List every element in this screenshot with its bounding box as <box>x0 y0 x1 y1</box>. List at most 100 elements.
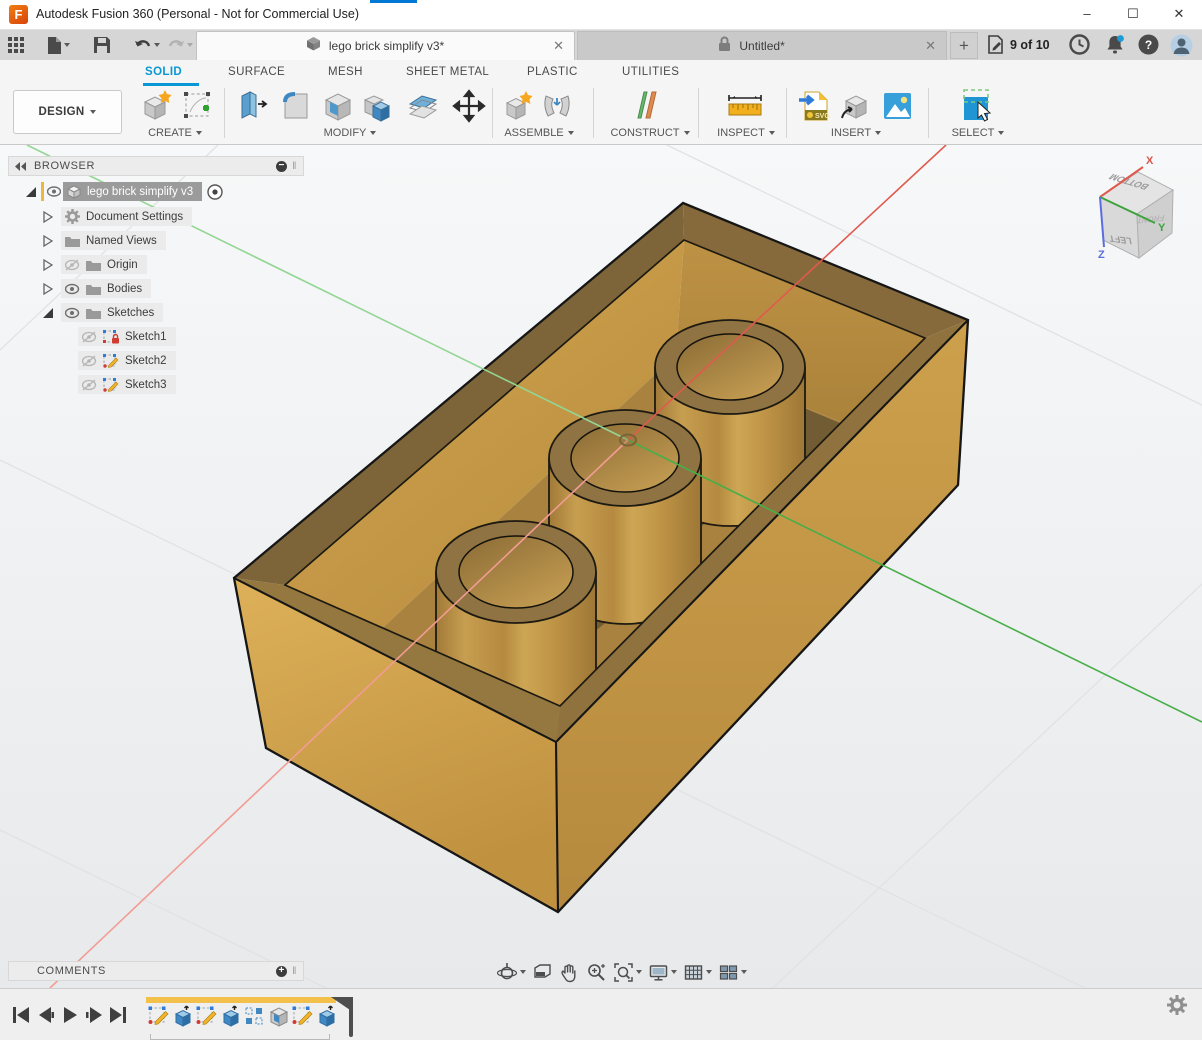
combine-icon[interactable] <box>361 88 395 124</box>
user-avatar[interactable] <box>1170 34 1192 56</box>
timeline-feature-sketch[interactable] <box>292 1005 313 1027</box>
eye-hidden-icon[interactable] <box>82 355 97 367</box>
eye-visible-icon[interactable] <box>47 186 61 197</box>
browser-header[interactable]: BROWSER − ‖ <box>8 156 304 176</box>
eye-hidden-icon[interactable] <box>65 259 80 271</box>
tree-row-sketch3[interactable]: Sketch3 <box>78 375 176 394</box>
timeline-step-back-button[interactable] <box>38 1006 54 1024</box>
view-cube[interactable]: BOTTOM LEFT FRONT X Y Z <box>1098 155 1173 261</box>
timeline-feature-sketch[interactable] <box>196 1005 217 1027</box>
move-icon[interactable] <box>452 88 486 124</box>
viewport-3d[interactable]: BOTTOM LEFT FRONT X Y Z <box>0 145 1202 988</box>
inspect-group-label[interactable]: INSPECT <box>700 127 792 139</box>
tree-row-origin[interactable]: Origin <box>42 255 147 274</box>
viewports-button[interactable] <box>718 962 747 983</box>
look-at-button[interactable] <box>532 962 553 983</box>
display-settings-button[interactable] <box>648 962 677 983</box>
help-icon[interactable]: ? <box>1138 34 1160 56</box>
grid-snap-button[interactable] <box>683 962 712 983</box>
tab-close-icon[interactable]: ✕ <box>925 38 936 54</box>
file-menu-button[interactable] <box>47 37 70 54</box>
create-group-label[interactable]: CREATE <box>130 127 220 139</box>
tree-row-sketch1[interactable]: Sketch1 <box>78 327 176 346</box>
workspace-selector[interactable]: DESIGN <box>13 90 122 134</box>
tree-row-bodies[interactable]: Bodies <box>42 279 151 298</box>
comments-panel[interactable]: COMMENTS + ‖ <box>8 961 304 981</box>
fillet-icon[interactable] <box>279 88 313 124</box>
clock-icon[interactable] <box>1069 34 1091 56</box>
joint-icon[interactable] <box>540 88 574 124</box>
select-group-label[interactable]: SELECT <box>937 127 1019 139</box>
timeline-play-button[interactable] <box>62 1006 78 1024</box>
eye-visible-icon[interactable] <box>65 307 80 319</box>
orbit-button[interactable] <box>497 962 526 983</box>
settings-gear-icon[interactable] <box>1166 994 1188 1016</box>
maximize-button[interactable]: ☐ <box>1110 0 1156 30</box>
document-tab-inactive[interactable]: Untitled* ✕ <box>577 31 947 60</box>
app-grid-icon[interactable] <box>8 37 25 54</box>
eye-hidden-icon[interactable] <box>82 379 97 391</box>
collapsed-triangle-icon[interactable] <box>42 211 53 223</box>
measure-icon[interactable] <box>726 88 764 124</box>
timeline-feature-sketch[interactable] <box>148 1005 169 1027</box>
timeline-skip-start-button[interactable] <box>13 1006 29 1024</box>
eye-visible-icon[interactable] <box>65 283 80 295</box>
construct-group-label[interactable]: CONSTRUCT <box>598 127 702 139</box>
thicken-icon[interactable] <box>406 88 440 124</box>
timeline-skip-end-button[interactable] <box>110 1006 126 1024</box>
panel-grip[interactable]: ‖ <box>292 161 297 172</box>
new-body-icon[interactable] <box>139 88 173 124</box>
press-pull-icon[interactable] <box>236 88 270 124</box>
insert-canvas-icon[interactable] <box>880 88 914 124</box>
add-comment-icon[interactable]: + <box>276 966 287 977</box>
new-tab-button[interactable]: + <box>950 32 978 59</box>
pan-button[interactable] <box>559 962 580 983</box>
insert-derive-icon[interactable] <box>838 88 872 124</box>
insert-group-label[interactable]: INSERT <box>810 127 902 139</box>
new-component-icon[interactable] <box>501 88 535 124</box>
ground-component-icon[interactable] <box>207 184 223 200</box>
collapsed-triangle-icon[interactable] <box>42 259 53 271</box>
tab-close-icon[interactable]: ✕ <box>553 38 564 54</box>
version-badge[interactable]: 9 of 10 <box>986 33 1050 57</box>
shell-icon[interactable] <box>321 88 355 124</box>
expanded-triangle-icon[interactable] <box>25 186 37 198</box>
tab-sheet-metal[interactable]: SHEET METAL <box>406 66 489 78</box>
select-icon[interactable] <box>960 88 994 124</box>
tab-surface[interactable]: SURFACE <box>228 66 285 78</box>
undo-button[interactable] <box>134 38 160 53</box>
modify-group-label[interactable]: MODIFY <box>295 127 405 139</box>
timeline-playhead-bar[interactable] <box>349 997 353 1037</box>
tab-mesh[interactable]: MESH <box>328 66 363 78</box>
timeline-feature-extrude[interactable] <box>172 1005 193 1027</box>
insert-svg-icon[interactable]: SVG <box>797 88 831 124</box>
eye-hidden-icon[interactable] <box>82 331 97 343</box>
timeline-feature-extrude[interactable] <box>220 1005 241 1027</box>
tab-plastic[interactable]: PLASTIC <box>527 66 578 78</box>
tree-row-document-settings[interactable]: Document Settings <box>42 207 192 226</box>
panel-grip[interactable]: ‖ <box>292 966 297 977</box>
zoom-button[interactable] <box>586 962 607 983</box>
tab-solid[interactable]: SOLID <box>145 66 182 78</box>
redo-button[interactable] <box>167 38 193 53</box>
timeline-feature-shell[interactable] <box>268 1005 289 1027</box>
tab-utilities[interactable]: UTILITIES <box>622 66 679 78</box>
browser-collapse-icon[interactable]: − <box>276 161 287 172</box>
collapsed-triangle-icon[interactable] <box>42 283 53 295</box>
timeline-feature-rectangular-pattern[interactable] <box>244 1005 265 1027</box>
tree-row-named-views[interactable]: Named Views <box>42 231 166 250</box>
save-button[interactable] <box>94 37 110 53</box>
tree-row-sketch2[interactable]: Sketch2 <box>78 351 176 370</box>
assemble-group-label[interactable]: ASSEMBLE <box>488 127 590 139</box>
close-button[interactable]: ✕ <box>1156 0 1202 30</box>
minimize-button[interactable]: – <box>1064 0 1110 30</box>
notification-bell-icon[interactable] <box>1104 34 1126 56</box>
create-sketch-icon[interactable] <box>181 88 215 124</box>
fit-button[interactable] <box>613 962 642 983</box>
collapsed-triangle-icon[interactable] <box>42 235 53 247</box>
construct-plane-icon[interactable] <box>630 88 664 124</box>
timeline-step-forward-button[interactable] <box>86 1006 102 1024</box>
tree-row-sketches[interactable]: Sketches <box>42 303 163 322</box>
tree-root-row[interactable]: lego brick simplify v3 <box>25 182 223 201</box>
expanded-triangle-icon[interactable] <box>42 307 54 319</box>
